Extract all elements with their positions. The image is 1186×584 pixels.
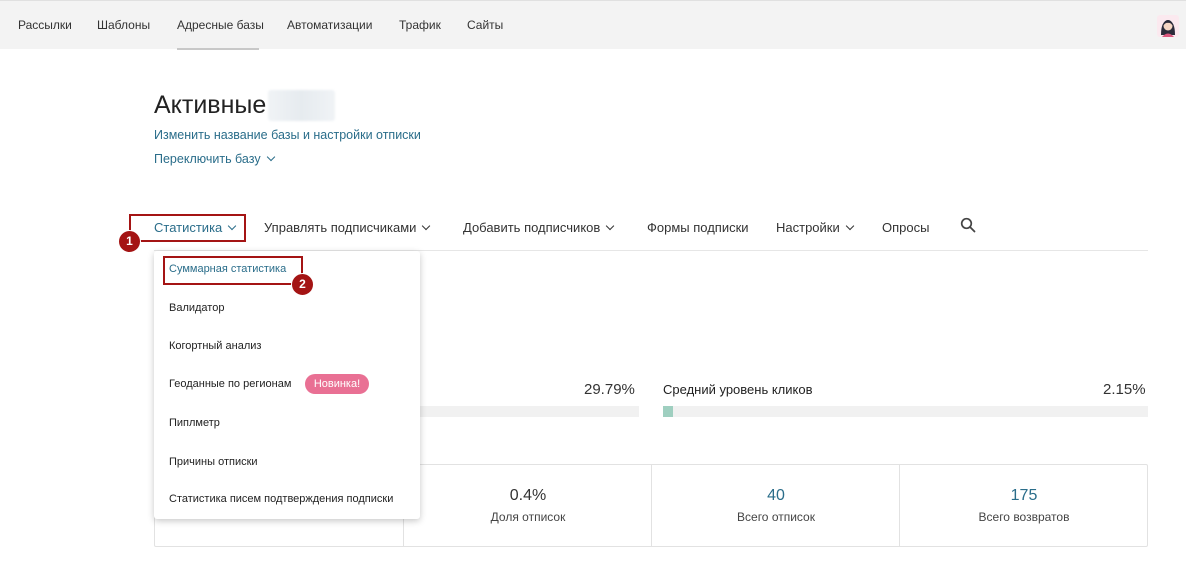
top-navigation: Рассылки Шаблоны Адресные базы Автоматиз… xyxy=(0,0,1186,50)
rename-base-link[interactable]: Изменить название базы и настройки отпис… xyxy=(154,128,421,142)
tab-settings-label: Настройки xyxy=(776,220,840,235)
nav-automations[interactable]: Автоматизации xyxy=(287,1,372,50)
new-badge: Новинка! xyxy=(305,374,369,394)
nav-traffic[interactable]: Трафик xyxy=(399,1,441,50)
tab-add-subscribers[interactable]: Добавить подписчиков xyxy=(463,220,615,235)
highlight-box-statistics-tab xyxy=(129,214,246,242)
card-value: 0.4% xyxy=(509,487,547,504)
tab-manage-subscribers-label: Управлять подписчиками xyxy=(264,220,417,235)
highlight-box-summary-statistics xyxy=(163,256,303,285)
open-rate-value: 29.79% xyxy=(584,381,635,398)
card-label: Всего отписок xyxy=(737,510,815,524)
menu-item-confirmation-stats[interactable]: Статистика писем подтверждения подписки xyxy=(169,493,393,505)
switch-base-link[interactable]: Переключить базу xyxy=(154,152,275,166)
card-value[interactable]: 175 xyxy=(900,487,1148,505)
switch-base-label: Переключить базу xyxy=(154,152,261,166)
nav-templates[interactable]: Шаблоны xyxy=(97,1,150,50)
search-icon[interactable] xyxy=(960,217,976,233)
card-label: Всего возвратов xyxy=(978,510,1070,524)
card-value[interactable]: 40 xyxy=(652,487,900,505)
tab-subscription-forms[interactable]: Формы подписки xyxy=(647,220,749,235)
avatar[interactable] xyxy=(1157,15,1179,37)
card-total-returns: 175 Всего возвратов xyxy=(899,465,1148,546)
tab-settings[interactable]: Настройки xyxy=(776,220,854,235)
click-rate-bar-fill xyxy=(663,406,674,417)
nav-mailings[interactable]: Рассылки xyxy=(18,1,72,50)
click-rate-bar xyxy=(663,406,1148,417)
menu-item-cohort-analysis[interactable]: Когортный анализ xyxy=(169,340,261,352)
chevron-down-icon xyxy=(845,221,854,231)
open-rate-bar xyxy=(400,406,639,417)
tab-add-subscribers-label: Добавить подписчиков xyxy=(463,220,601,235)
tab-surveys[interactable]: Опросы xyxy=(882,220,929,235)
card-total-unsubscribes: 40 Всего отписок xyxy=(651,465,900,546)
nav-address-bases[interactable]: Адресные базы xyxy=(177,1,264,50)
nav-sites[interactable]: Сайты xyxy=(467,1,503,50)
menu-item-geodata[interactable]: Геоданные по регионам xyxy=(169,378,291,390)
tab-manage-subscribers[interactable]: Управлять подписчиками xyxy=(264,220,431,235)
page-title: Активные xyxy=(154,91,267,119)
step-2-marker: 2 xyxy=(291,273,314,296)
click-rate-label: Средний уровень кликов xyxy=(663,382,813,397)
chevron-down-icon xyxy=(266,152,275,162)
menu-item-peoplemeter[interactable]: Пиплметр xyxy=(169,417,220,429)
statistics-dropdown-menu: Суммарная статистика Валидатор Когортный… xyxy=(154,251,420,519)
menu-item-validator[interactable]: Валидатор xyxy=(169,302,224,314)
chevron-down-icon xyxy=(422,221,431,231)
step-1-marker: 1 xyxy=(118,230,141,253)
card-label: Доля отписок xyxy=(490,510,566,524)
click-rate-value: 2.15% xyxy=(1103,381,1146,398)
card-unsubscribe-rate: 0.4% Доля отписок xyxy=(403,465,652,546)
redacted-base-name xyxy=(268,90,335,121)
menu-item-unsubscribe-reasons[interactable]: Причины отписки xyxy=(169,456,258,468)
chevron-down-icon xyxy=(606,221,615,231)
